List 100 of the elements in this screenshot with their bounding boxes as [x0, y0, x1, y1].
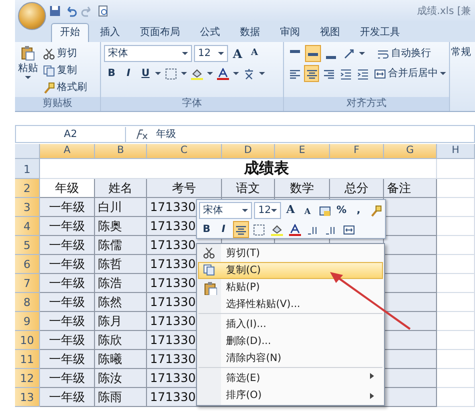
font-color-icon[interactable] — [287, 221, 303, 238]
group-label: 剪贴板 — [15, 97, 100, 111]
table-cell: 一年级 — [40, 350, 95, 369]
table-cell: 一年级 — [40, 369, 95, 388]
merge-icon — [374, 68, 386, 80]
font-size-field[interactable]: 12 — [194, 45, 228, 62]
table-cell: 一年级 — [40, 293, 95, 312]
ribbon-tab[interactable]: 开发工具 — [351, 23, 409, 42]
row-header[interactable]: 12 — [15, 369, 40, 388]
wrap-text-icon — [377, 48, 389, 60]
comma-button[interactable]: , — [351, 202, 366, 219]
copy-icon — [203, 264, 217, 278]
grow-font-button[interactable]: A — [283, 202, 298, 219]
table-cell — [437, 388, 475, 407]
bold-button[interactable]: B — [199, 221, 214, 238]
format-painter-button[interactable]: 格式刷 — [41, 79, 89, 96]
row-header[interactable]: 8 — [15, 293, 40, 312]
row-header[interactable]: 11 — [15, 350, 40, 369]
row-header[interactable]: 10 — [15, 331, 40, 350]
ribbon-tab[interactable]: 数据 — [231, 23, 269, 42]
table-cell: 一年级 — [40, 331, 95, 350]
table-cell: 一年级 — [40, 312, 95, 331]
row-header[interactable]: 6 — [15, 255, 40, 274]
row-header[interactable]: 1 — [15, 159, 40, 179]
wrap-text-button[interactable]: 自动换行 — [375, 45, 433, 62]
print-preview-icon[interactable] — [97, 5, 109, 17]
table-cell: 一年级 — [40, 198, 95, 217]
table-cell: 备注 — [384, 179, 437, 198]
shrink-font-button[interactable]: A — [247, 45, 262, 62]
row-header[interactable]: 2 — [15, 179, 40, 198]
group-label: 对齐方式 — [284, 97, 449, 111]
column-header[interactable]: F — [330, 144, 384, 159]
table-cell — [437, 331, 475, 350]
table-cell — [437, 159, 475, 179]
number-format-field[interactable]: 常规 — [451, 45, 471, 59]
ribbon-tab[interactable]: 视图 — [311, 23, 349, 42]
table-cell: 陈曦 — [95, 350, 147, 369]
table-cell: 陈儒 — [95, 236, 147, 255]
column-header[interactable]: C — [147, 144, 222, 159]
ribbon-tab[interactable]: 开始 — [51, 23, 89, 42]
table-cell: 陈哲 — [95, 255, 147, 274]
table-cell: 陈奥 — [95, 217, 147, 236]
table-cell — [437, 369, 475, 388]
ribbon-tab[interactable]: 审阅 — [271, 23, 309, 42]
table-cell: 白川 — [95, 198, 147, 217]
table-cell — [437, 198, 475, 217]
paste-button[interactable]: 粘贴 — [18, 61, 38, 76]
menu-item[interactable]: 插入(I)... — [198, 313, 383, 333]
column-header[interactable]: A — [40, 144, 95, 159]
table-cell: 一年级 — [40, 236, 95, 255]
horizontal-align-icon[interactable] — [304, 65, 319, 82]
table-cell: 数学 — [275, 179, 330, 198]
merge-center-button[interactable]: 合并后居中 — [372, 65, 448, 82]
column-header[interactable]: D — [222, 144, 275, 159]
row-header[interactable]: 13 — [15, 388, 40, 407]
column-header[interactable]: B — [95, 144, 147, 159]
grow-font-button[interactable]: A — [230, 45, 245, 62]
table-cell: 陈浩 — [95, 274, 147, 293]
column-header[interactable]: H — [437, 144, 475, 159]
table-cell — [437, 312, 475, 331]
ribbon-tab[interactable]: 公式 — [191, 23, 229, 42]
font-name-field[interactable]: 宋体 — [199, 202, 252, 219]
vertical-align-icon[interactable] — [305, 45, 321, 62]
font-name-field[interactable]: 宋体 — [104, 45, 192, 62]
table-cell: 陈欣 — [95, 331, 147, 350]
table-cell: 一年级 — [40, 217, 95, 236]
center-align-icon[interactable] — [233, 221, 249, 238]
scissors-icon — [43, 48, 55, 60]
column-header[interactable]: E — [275, 144, 330, 159]
table-cell: 一年级 — [40, 274, 95, 293]
group-label: 字体 — [101, 97, 283, 111]
row-header[interactable]: 7 — [15, 274, 40, 293]
table-cell — [437, 179, 475, 198]
italic-button[interactable]: I — [121, 65, 136, 82]
row-header[interactable]: 3 — [15, 198, 40, 217]
ribbon-tab[interactable]: 插入 — [91, 23, 129, 42]
paste-icon — [203, 280, 217, 294]
bold-button[interactable]: B — [104, 65, 119, 82]
column-header[interactable]: G — [384, 144, 437, 159]
save-icon[interactable] — [49, 5, 61, 17]
copy-icon — [43, 64, 55, 76]
percent-button[interactable]: % — [334, 202, 349, 219]
font-size-field[interactable]: 12 — [254, 202, 281, 219]
row-header[interactable]: 5 — [15, 236, 40, 255]
paste-icon[interactable] — [20, 45, 36, 61]
brush-icon — [43, 82, 55, 94]
table-cell: 一年级 — [40, 388, 95, 407]
cut-button[interactable]: 剪切 — [41, 45, 89, 62]
underline-button[interactable]: U — [138, 65, 153, 82]
menu-item[interactable]: 筛选(E) — [198, 367, 383, 387]
submenu-arrow-icon — [370, 373, 374, 379]
menu-item[interactable]: 复制(C) — [198, 262, 383, 279]
shrink-font-button[interactable]: A — [300, 202, 315, 219]
font-color-icon[interactable] — [215, 65, 231, 82]
undo-icon[interactable] — [65, 5, 77, 17]
copy-button[interactable]: 复制 — [41, 62, 89, 79]
row-header[interactable]: 9 — [15, 312, 40, 331]
ribbon-tab[interactable]: 页面布局 — [131, 23, 189, 42]
row-header[interactable]: 4 — [15, 217, 40, 236]
table-cell: 考号 — [147, 179, 222, 198]
